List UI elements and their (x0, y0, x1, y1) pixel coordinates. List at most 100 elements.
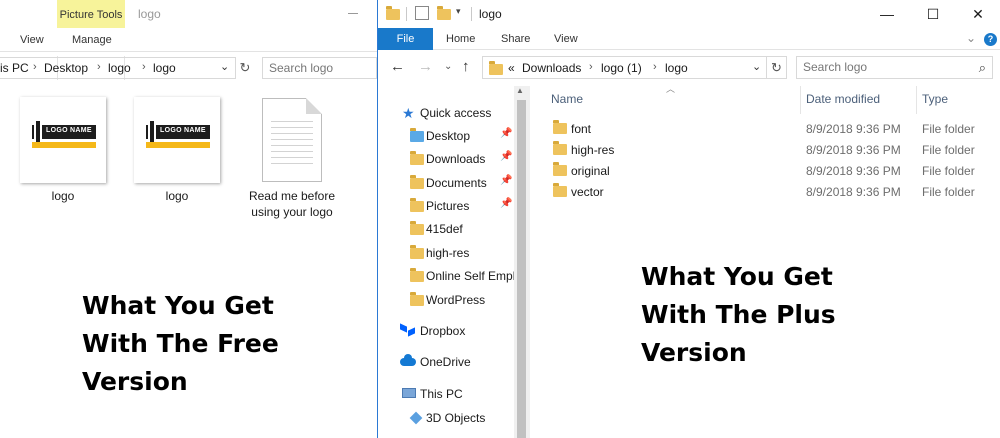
scroll-up-icon[interactable]: ▲ (516, 86, 524, 95)
breadcrumb-downloads[interactable]: Downloads (522, 61, 581, 75)
file-label[interactable]: logo (20, 188, 106, 204)
breadcrumb-logo-current[interactable]: logo (153, 61, 176, 75)
column-header-date-modified[interactable]: Date modified (806, 92, 880, 106)
nav-pane-scrollbar-thumb[interactable] (517, 100, 526, 438)
chevron-down-icon[interactable]: ⌄ (220, 60, 229, 73)
breadcrumb-logo[interactable]: logo (108, 61, 131, 75)
right-address-bar[interactable]: « Downloads › logo (1) › logo ⌄ (482, 56, 767, 79)
left-window-title: logo (138, 7, 161, 21)
nav-item-pictures[interactable]: Pictures 📌 (378, 195, 516, 217)
refresh-icon[interactable]: ↻ (236, 57, 254, 79)
tab-view[interactable]: View (20, 34, 44, 46)
folder-icon (553, 183, 567, 197)
logo-thumbnail[interactable]: LOGO NAME (20, 97, 106, 183)
pin-icon[interactable]: 📌 (500, 175, 512, 186)
nav-item-415def[interactable]: 415def (378, 218, 516, 240)
up-arrow-icon[interactable]: ↑ (462, 58, 470, 75)
text-document-icon[interactable] (262, 98, 322, 182)
forward-arrow-icon[interactable]: → (418, 58, 433, 75)
breadcrumb-desktop[interactable]: Desktop (44, 61, 88, 75)
tab-home[interactable]: Home (446, 33, 475, 45)
file-label[interactable]: Read me before using your logo (236, 188, 348, 220)
logo-slogan-bar (32, 142, 96, 148)
customize-toolbar-icon[interactable]: ▾ (456, 6, 461, 17)
right-window-title: logo (479, 7, 502, 21)
navigation-pane: ★ Quick access Desktop 📌 Downloads 📌 Doc… (378, 86, 530, 438)
chevron-right-icon: › (653, 61, 657, 73)
minimize-icon[interactable] (348, 13, 358, 14)
new-folder-icon[interactable] (437, 6, 451, 20)
table-row[interactable]: original 8/9/2018 9:36 PM File folder (530, 160, 1000, 181)
right-search-input[interactable]: Search logo ⌕ (796, 56, 993, 79)
nav-item-this-pc[interactable]: This PC (378, 383, 516, 405)
logo-image: LOGO NAME (146, 121, 210, 143)
picture-tools-context-tab[interactable]: Picture Tools (57, 0, 125, 28)
sort-arrow-icon: ︿ (666, 84, 676, 94)
chevron-right-icon: › (33, 61, 37, 73)
chevron-down-icon[interactable]: ⌄ (752, 60, 761, 73)
table-row[interactable]: high-res 8/9/2018 9:36 PM File folder (530, 139, 1000, 160)
breadcrumb-overflow[interactable]: « (508, 61, 515, 75)
column-header-type[interactable]: Type (922, 92, 948, 106)
help-icon[interactable]: ? (984, 33, 997, 46)
free-version-caption: What You Get With The Free Version (82, 291, 279, 396)
logo-image: LOGO NAME (32, 121, 96, 143)
close-icon[interactable]: ✕ (955, 0, 1000, 28)
nav-item-dropbox[interactable]: Dropbox (378, 320, 516, 342)
plus-version-caption: What You Get With The Plus Version (641, 262, 836, 367)
right-explorer-window: ▾ logo — ☐ ✕ File Home Share View ⌄ ? ← … (377, 0, 1000, 438)
logo-thumbnail[interactable]: LOGO NAME (134, 97, 220, 183)
nav-item-onedrive[interactable]: OneDrive (378, 351, 516, 373)
folder-icon (410, 292, 424, 306)
tab-share[interactable]: Share (501, 33, 530, 45)
nav-item-high-res[interactable]: high-res (378, 242, 516, 264)
tab-file[interactable]: File (378, 28, 433, 50)
folder-icon (553, 120, 567, 134)
left-address-bar[interactable]: is PC › Desktop › logo › logo ⌄ (0, 57, 236, 79)
column-header-name[interactable]: Name (551, 92, 583, 106)
folder-icon (410, 175, 424, 189)
table-row[interactable]: vector 8/9/2018 9:36 PM File folder (530, 181, 1000, 202)
expand-ribbon-icon[interactable]: ⌄ (966, 31, 976, 45)
tab-view[interactable]: View (554, 33, 578, 45)
nav-item-desktop[interactable]: Desktop 📌 (378, 125, 516, 147)
this-pc-icon (402, 388, 416, 398)
folder-icon (410, 221, 424, 235)
table-row[interactable]: font 8/9/2018 9:36 PM File folder (530, 118, 1000, 139)
folder-icon (410, 151, 424, 165)
properties-icon[interactable] (415, 6, 429, 20)
breadcrumb-logo-1[interactable]: logo (1) (601, 61, 642, 75)
chevron-right-icon: › (589, 61, 593, 73)
maximize-icon[interactable]: ☐ (910, 0, 956, 28)
tab-manage[interactable]: Manage (72, 34, 112, 46)
pin-icon[interactable]: 📌 (500, 151, 512, 162)
nav-item-online-self-empl[interactable]: Online Self Empl (378, 265, 516, 287)
left-title-bar: Picture Tools logo (0, 0, 377, 28)
file-label[interactable]: logo (134, 188, 220, 204)
nav-item-quick-access[interactable]: ★ Quick access (378, 102, 516, 124)
search-icon: ⌕ (978, 60, 986, 75)
right-ribbon-tabs: File Home Share View ⌄ ? (378, 28, 1000, 50)
folder-icon (553, 162, 567, 176)
nav-item-downloads[interactable]: Downloads 📌 (378, 148, 516, 170)
pin-icon[interactable]: 📌 (500, 128, 512, 139)
left-search-input[interactable]: Search logo (262, 57, 377, 79)
folder-icon (410, 245, 424, 259)
logo-mark-icon (34, 121, 42, 143)
minimize-icon[interactable]: — (864, 0, 910, 28)
chevron-right-icon: › (142, 61, 146, 73)
breadcrumb-logo-current[interactable]: logo (665, 61, 688, 75)
breadcrumb-this-pc[interactable]: is PC (0, 61, 29, 75)
left-explorer-window: Picture Tools logo View Manage is PC › D… (0, 0, 377, 438)
back-arrow-icon[interactable]: ← (390, 58, 405, 75)
nav-item-wordpress[interactable]: WordPress (378, 289, 516, 311)
folder-icon (410, 198, 424, 212)
nav-item-3d-objects[interactable]: 3D Objects (378, 407, 516, 429)
folder-icon (410, 268, 424, 282)
recent-locations-icon[interactable]: ⌄ (444, 61, 452, 72)
logo-mark-icon (148, 121, 156, 143)
pin-icon[interactable]: 📌 (500, 198, 512, 209)
nav-item-documents[interactable]: Documents 📌 (378, 172, 516, 194)
star-icon: ★ (402, 105, 415, 121)
refresh-icon[interactable]: ↻ (767, 56, 787, 79)
